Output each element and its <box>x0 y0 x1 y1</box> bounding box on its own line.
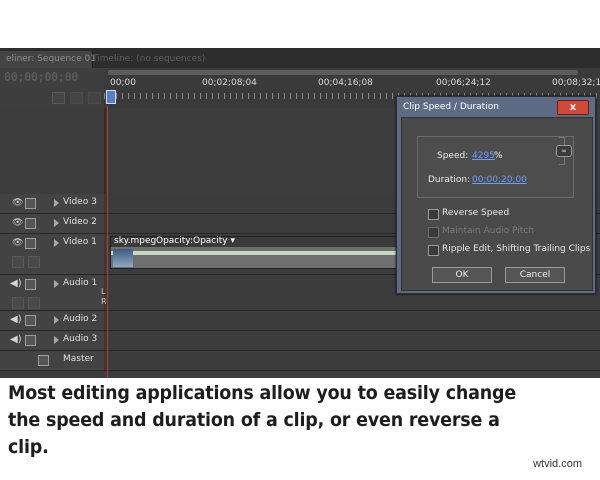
speed-duration-group: Speed: 4295 % ∞ Duration: 00;00;20;00 <box>417 136 574 198</box>
track-area[interactable] <box>106 311 600 330</box>
lock-icon[interactable] <box>25 279 36 290</box>
track-name: Audio 3 <box>63 334 98 344</box>
maintain-pitch-label: Maintain Audio Pitch <box>442 226 534 236</box>
track-header: 👁 Video 2 <box>0 214 104 233</box>
close-button[interactable]: x <box>557 100 589 115</box>
marker-tool-icon[interactable] <box>70 92 83 104</box>
expand-arrow-icon[interactable] <box>54 199 59 207</box>
track-name: Video 1 <box>63 237 97 247</box>
ruler-label: 00;06;24;12 <box>436 78 491 88</box>
playhead-handle[interactable] <box>106 90 116 104</box>
duration-label: Duration: <box>428 175 471 185</box>
opacity-dropdown[interactable]: Opacity:Opacity ▾ <box>156 236 235 246</box>
expand-arrow-icon[interactable] <box>54 219 59 227</box>
track-name: Video 2 <box>63 217 97 227</box>
duration-value[interactable]: 00;00;20;00 <box>472 175 527 185</box>
tab-sequence-01[interactable]: eliner: Sequence 01 <box>0 51 96 68</box>
track-header: ◀) Audio 1 L R <box>0 275 107 310</box>
clip-name: sky.mpeg <box>114 236 157 246</box>
ruler-label: 00;02;08;04 <box>202 78 257 88</box>
expand-arrow-icon[interactable] <box>54 316 59 324</box>
timecode-panel: 00;00;00;00 <box>0 68 104 108</box>
speaker-icon[interactable]: ◀) <box>10 334 22 345</box>
ruler-label: 00;04;16;08 <box>318 78 373 88</box>
track-header: Master <box>0 351 104 370</box>
ripple-edit-checkbox[interactable] <box>428 245 439 256</box>
expand-arrow-icon[interactable] <box>54 239 59 247</box>
track-area[interactable] <box>106 351 600 370</box>
track-name: Master <box>63 354 94 364</box>
clip-sky-mpeg[interactable]: sky.mpeg Opacity:Opacity ▾ <box>110 236 402 269</box>
track-header: ◀) Audio 3 <box>0 331 104 350</box>
speed-value[interactable]: 4295 <box>472 151 495 161</box>
track-header: 👁 Video 1 <box>0 234 104 274</box>
lock-icon[interactable] <box>25 198 36 209</box>
keyframe-tool-icon[interactable] <box>88 92 101 104</box>
left-channel-mark: L <box>101 287 106 296</box>
panel-tab-bar: eliner: Sequence 01 Timeline: (no sequen… <box>0 48 600 68</box>
track-name: Video 3 <box>63 197 97 207</box>
clip-thumbnail <box>113 249 133 267</box>
watermark: wtvid.com <box>533 458 582 470</box>
speed-label: Speed: <box>437 151 469 161</box>
lock-icon[interactable] <box>25 335 36 346</box>
opacity-rubberband[interactable] <box>111 251 401 255</box>
cancel-button[interactable]: Cancel <box>505 267 565 283</box>
snap-tool-icon[interactable] <box>52 92 65 104</box>
track-area[interactable] <box>106 331 600 350</box>
display-style-icon[interactable] <box>12 297 24 309</box>
display-style-icon[interactable] <box>12 256 24 268</box>
reverse-speed-checkbox[interactable] <box>428 209 439 220</box>
figure-caption: Most editing applications allow you to e… <box>8 382 517 458</box>
track-master: Master <box>0 351 600 371</box>
lock-icon[interactable] <box>38 355 49 366</box>
speaker-icon[interactable]: ◀) <box>10 314 22 325</box>
clip-speed-dialog: Clip Speed / Duration x Speed: 4295 % ∞ … <box>396 96 596 294</box>
dialog-body: Speed: 4295 % ∞ Duration: 00;00;20;00 Re… <box>401 117 593 291</box>
track-header: ◀) Audio 2 <box>0 311 104 330</box>
keyframe-toggle-icon[interactable] <box>28 297 40 309</box>
track-header: 👁 Video 3 <box>0 194 104 213</box>
playhead-line[interactable] <box>107 106 108 378</box>
ripple-edit-label: Ripple Edit, Shifting Trailing Clips <box>442 244 591 254</box>
dialog-title: Clip Speed / Duration <box>403 102 499 112</box>
eye-icon[interactable]: 👁 <box>12 238 23 248</box>
ok-button[interactable]: OK <box>432 267 492 283</box>
track-name: Audio 1 <box>63 278 98 288</box>
link-icon[interactable]: ∞ <box>556 145 572 157</box>
expand-arrow-icon[interactable] <box>54 336 59 344</box>
ruler-label: 00;08;32;16 <box>552 78 600 88</box>
lock-icon[interactable] <box>25 218 36 229</box>
ruler-label: 00;00 <box>110 78 136 88</box>
lock-icon[interactable] <box>25 238 36 249</box>
lock-icon[interactable] <box>25 315 36 326</box>
speed-unit: % <box>494 151 503 161</box>
maintain-pitch-checkbox[interactable] <box>428 227 439 238</box>
speaker-icon[interactable]: ◀) <box>10 278 22 289</box>
eye-icon[interactable]: 👁 <box>12 198 23 208</box>
expand-arrow-icon[interactable] <box>54 280 59 288</box>
work-area-bar[interactable] <box>108 70 578 75</box>
track-audio-3: ◀) Audio 3 <box>0 331 600 351</box>
track-name: Audio 2 <box>63 314 98 324</box>
track-audio-2: ◀) Audio 2 <box>0 311 600 331</box>
premiere-screenshot: eliner: Sequence 01 Timeline: (no sequen… <box>0 48 600 378</box>
tab-no-sequences[interactable]: Timeline: (no sequences) <box>86 51 211 68</box>
current-timecode[interactable]: 00;00;00;00 <box>4 70 78 84</box>
reverse-speed-label: Reverse Speed <box>442 208 510 218</box>
eye-icon[interactable]: 👁 <box>12 218 23 228</box>
keyframe-toggle-icon[interactable] <box>28 256 40 268</box>
